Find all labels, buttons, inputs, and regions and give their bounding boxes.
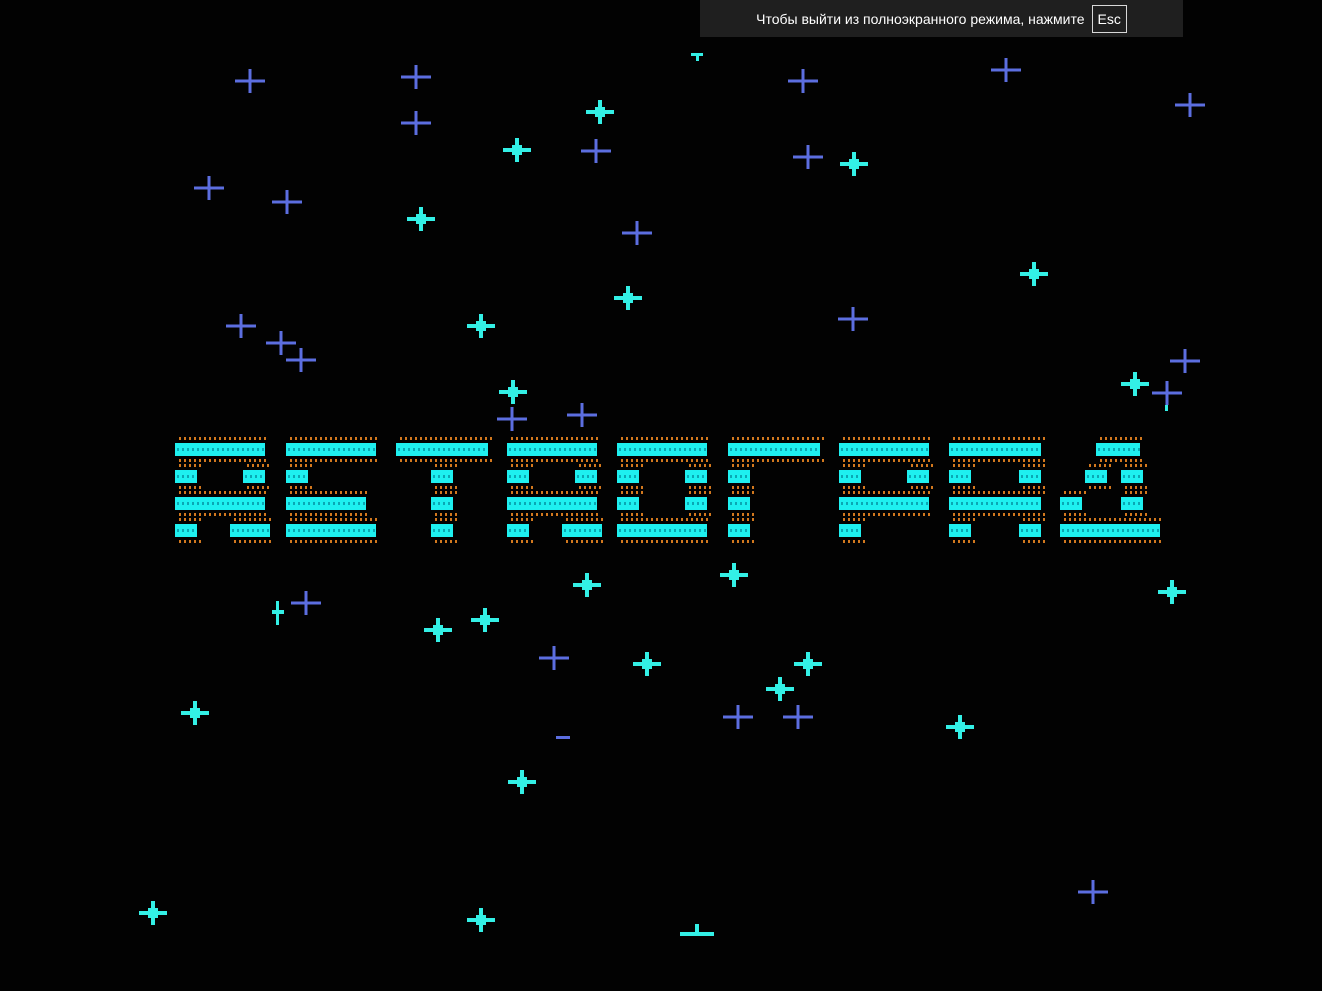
logo-letter xyxy=(1060,437,1161,543)
game-screen: Чтобы выйти из полноэкранного режима, на… xyxy=(0,0,1322,991)
esc-key-button[interactable]: Esc xyxy=(1091,4,1127,33)
logo-letter xyxy=(286,437,377,543)
game-logo xyxy=(175,437,1161,543)
fullscreen-exit-notice: Чтобы выйти из полноэкранного режима, на… xyxy=(700,0,1183,37)
logo-letter xyxy=(728,437,824,543)
logo-letter xyxy=(949,437,1045,543)
logo-letter xyxy=(617,437,711,543)
logo-letter xyxy=(839,437,933,543)
fullscreen-notice-text: Чтобы выйти из полноэкранного режима, на… xyxy=(756,10,1085,27)
logo-letter xyxy=(507,437,603,543)
logo-letter xyxy=(396,437,492,543)
logo-letter xyxy=(175,437,271,543)
